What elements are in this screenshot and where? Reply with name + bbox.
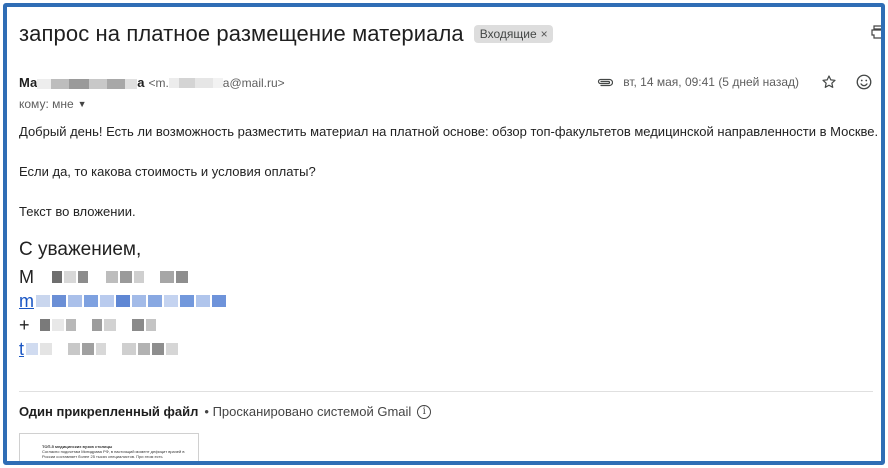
redacted-block — [36, 271, 50, 283]
email-subject: запрос на платное размещение материала — [19, 21, 464, 46]
redacted-block — [117, 319, 130, 331]
body-paragraph: Добрый день! Есть ли возможность размест… — [19, 124, 879, 139]
redacted-block — [196, 295, 210, 307]
redacted-block — [103, 319, 116, 331]
recipient-row: кому: мне ▼ — [19, 97, 87, 111]
signature-email[interactable]: m — [19, 289, 226, 313]
redacted-block — [212, 78, 223, 89]
sender-email: <m. a@mail.ru> — [148, 76, 284, 90]
attachments-header: Один прикрепленный файл • Просканировано… — [19, 404, 432, 419]
signature-name-initial: М — [19, 266, 34, 287]
redacted-block — [152, 343, 165, 355]
body-paragraph: Если да, то какова стоимость и условия о… — [19, 164, 316, 179]
preview-line: России составляет более 25 тысяч специал… — [42, 454, 163, 459]
redacted-block — [116, 295, 130, 307]
recipient-details-dropdown[interactable]: ▼ — [78, 99, 87, 109]
redacted-block — [89, 78, 108, 89]
redacted-block — [122, 343, 137, 355]
redacted-block — [168, 78, 179, 89]
signature-website-link[interactable]: t — [19, 339, 24, 360]
redacted-block — [160, 271, 174, 283]
redacted-block — [148, 295, 162, 307]
signature-website[interactable]: t — [19, 337, 226, 361]
sender-name-start: Ма — [19, 75, 38, 90]
redacted-block — [108, 343, 121, 355]
signature-phone: + — [19, 313, 226, 337]
sender-row: Ма а <m. a@mail.ru> — [19, 75, 285, 90]
redacted-block — [82, 343, 95, 355]
redacted-block — [78, 271, 88, 283]
redacted-block — [51, 319, 64, 331]
body-paragraph: Текст во вложении. — [19, 204, 136, 219]
redacted-block — [68, 295, 82, 307]
sender-email-start: <m. — [148, 75, 169, 90]
message-date[interactable]: вт, 14 мая, 09:41 (5 дней назад) — [623, 75, 799, 89]
attachment-preview-card[interactable]: ТОП-5 медицинских вузов столицы Согласно… — [19, 433, 199, 461]
signature-phone-initial: + — [19, 314, 30, 335]
paperclip-icon — [597, 77, 614, 87]
email-view: запрос на платное размещение материала В… — [3, 3, 885, 465]
redacted-block — [164, 295, 178, 307]
redacted-block — [145, 319, 156, 331]
redacted-block — [51, 78, 70, 89]
redacted-block — [68, 343, 81, 355]
redacted-block — [212, 295, 226, 307]
redacted-block — [90, 271, 104, 283]
redacted-block — [52, 271, 62, 283]
redacted-block — [166, 343, 179, 355]
redacted-block — [65, 319, 76, 331]
redacted-block — [134, 271, 144, 283]
redacted-block — [40, 343, 53, 355]
redacted-block — [26, 343, 39, 355]
redacted-block — [132, 295, 146, 307]
redacted-block — [138, 343, 151, 355]
emoji-reaction-icon[interactable] — [855, 73, 873, 91]
info-icon[interactable]: i — [417, 404, 432, 419]
signature-block: М m + t — [19, 265, 226, 361]
sender-name[interactable]: Ма а — [19, 75, 144, 90]
attachments-divider — [19, 391, 873, 392]
redacted-block — [176, 271, 188, 283]
redacted-block — [100, 295, 114, 307]
label-text: Входящие — [479, 27, 537, 41]
signature-name: М — [19, 265, 226, 289]
star-icon[interactable] — [821, 74, 837, 90]
attachments-title: Один прикрепленный файл — [19, 404, 199, 419]
signature-email-link[interactable]: m — [19, 291, 34, 312]
redacted-block — [146, 271, 158, 283]
redacted-block — [96, 343, 107, 355]
redacted-block — [120, 271, 132, 283]
sender-name-end: а — [137, 75, 145, 90]
label-remove-icon[interactable]: × — [541, 27, 548, 41]
scan-status-text: • Просканировано системой Gmail — [204, 404, 412, 419]
recipient-text: кому: мне — [19, 97, 74, 111]
redacted-block — [36, 295, 50, 307]
redacted-block — [39, 319, 50, 331]
redacted-block — [31, 319, 38, 331]
redacted-block — [107, 78, 126, 89]
inbox-label-chip[interactable]: Входящие × — [473, 25, 553, 43]
redacted-block — [69, 78, 90, 89]
message-meta: вт, 14 мая, 09:41 (5 дней назад) — [597, 73, 873, 91]
redacted-block — [84, 295, 98, 307]
redacted-block — [37, 78, 52, 89]
redacted-block — [125, 78, 138, 89]
redacted-block — [77, 319, 90, 331]
redacted-block — [180, 295, 194, 307]
redacted-block — [64, 271, 76, 283]
redacted-block — [52, 295, 66, 307]
redacted-block — [178, 78, 195, 89]
redacted-block — [106, 271, 118, 283]
print-icon[interactable] — [871, 25, 881, 44]
signature-regards: С уважением, — [19, 239, 142, 260]
sender-email-end: a@mail.ru> — [222, 75, 285, 90]
subject-row: запрос на платное размещение материала В… — [19, 21, 553, 47]
redacted-block — [54, 343, 67, 355]
redacted-block — [194, 78, 213, 89]
redacted-block — [91, 319, 102, 331]
redacted-block — [131, 319, 144, 331]
